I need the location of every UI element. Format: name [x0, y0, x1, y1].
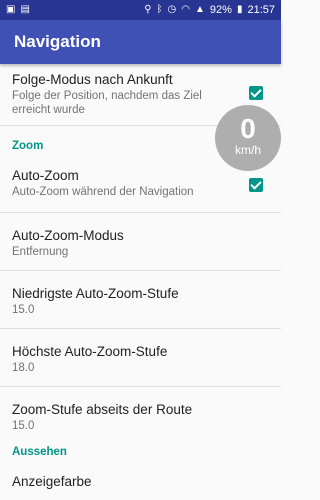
- pref-summary: 15.0: [12, 420, 35, 432]
- category-display: Aussehen: [12, 446, 67, 458]
- status-bar: ▣ ▤ ⚲ ᛒ ◷ ◠ ▲ 92% ▮ 21:57: [0, 0, 281, 20]
- battery-icon: ▮: [236, 4, 243, 15]
- image-icon: ▤: [20, 4, 30, 15]
- pref-title: Zoom-Stufe abseits der Route: [12, 402, 193, 417]
- pref-summary: Folge der Position, nachdem das Ziel err…: [12, 90, 202, 116]
- signal-icon: ▲: [195, 4, 205, 15]
- pref-summary: 15.0: [12, 304, 35, 316]
- speed-unit: km/h: [234, 143, 261, 157]
- status-right: ⚲ ᛒ ◷ ◠ ▲ 92% ▮ 21:57: [144, 4, 275, 16]
- auto-zoom-checkbox[interactable]: [249, 178, 263, 192]
- pref-auto-zoom-mode[interactable]: Auto-Zoom-Modus Entfernung: [0, 213, 281, 271]
- pref-display-color[interactable]: Anzeigefarbe: [0, 472, 281, 500]
- pref-title: Niedrigste Auto-Zoom-Stufe: [12, 286, 179, 301]
- alarm-icon: ◷: [167, 4, 177, 15]
- pref-title: Auto-Zoom: [12, 168, 79, 183]
- speedometer-widget[interactable]: 0 km/h: [215, 105, 281, 171]
- page-title: Navigation: [14, 32, 101, 51]
- pref-title: Folge-Modus nach Ankunft: [12, 72, 173, 87]
- bluetooth-icon: ᛒ: [156, 4, 163, 15]
- follow-mode-checkbox[interactable]: [249, 86, 263, 100]
- app-bar: Navigation: [0, 20, 281, 64]
- pref-title: Höchste Auto-Zoom-Stufe: [12, 344, 168, 359]
- speed-value: 0: [240, 113, 256, 144]
- pref-summary: Auto-Zoom während der Navigation: [12, 186, 194, 198]
- photo-icon: ▣: [6, 4, 16, 15]
- pref-summary: 18.0: [12, 362, 35, 374]
- pref-title: Auto-Zoom-Modus: [12, 228, 124, 243]
- pref-lowest-zoom[interactable]: Niedrigste Auto-Zoom-Stufe 15.0: [0, 271, 281, 329]
- pref-summary: Entfernung: [12, 246, 69, 258]
- status-left: ▣ ▤: [6, 5, 30, 15]
- location-icon: ⚲: [144, 4, 152, 15]
- pref-offroute-zoom[interactable]: Zoom-Stufe abseits der Route 15.0: [0, 387, 281, 442]
- pref-highest-zoom[interactable]: Höchste Auto-Zoom-Stufe 18.0: [0, 329, 281, 387]
- clock: 21:57: [247, 4, 275, 16]
- pref-title: Anzeigefarbe: [12, 474, 92, 489]
- battery-percent: 92%: [209, 4, 232, 16]
- wifi-icon: ◠: [181, 4, 191, 15]
